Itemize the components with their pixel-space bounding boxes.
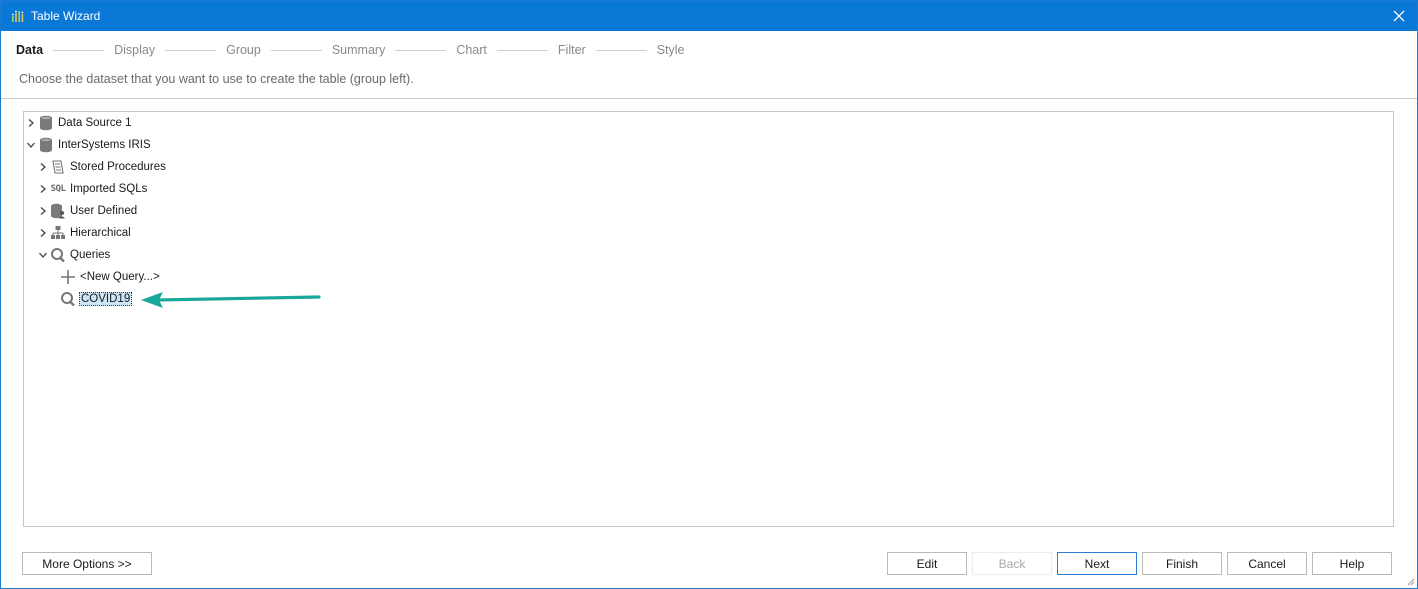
finish-button[interactable]: Finish xyxy=(1142,552,1222,575)
next-button[interactable]: Next xyxy=(1057,552,1137,575)
step-divider xyxy=(270,49,322,51)
step-chart[interactable]: Chart xyxy=(456,43,487,57)
tree-item-label: COVID19 xyxy=(79,292,133,306)
edit-button[interactable]: Edit xyxy=(887,552,967,575)
chevron-down-icon[interactable] xyxy=(26,140,36,150)
chevron-down-icon[interactable] xyxy=(38,250,48,260)
tree-item-hierarchical[interactable]: Hierarchical xyxy=(38,223,132,243)
hierarchy-icon xyxy=(50,225,66,241)
step-divider xyxy=(595,49,647,51)
tree-item-label: Hierarchical xyxy=(70,227,131,239)
step-group[interactable]: Group xyxy=(226,43,261,57)
sql-icon: SQL xyxy=(50,184,66,194)
step-filter[interactable]: Filter xyxy=(558,43,586,57)
dataset-tree[interactable]: Data Source 1 InterSystems IRIS Stored P… xyxy=(23,111,1394,527)
step-divider xyxy=(53,49,105,51)
chart-icon xyxy=(11,10,24,22)
tree-item-covid19[interactable]: COVID19 xyxy=(60,289,133,309)
chevron-right-icon[interactable] xyxy=(38,206,48,216)
scroll-icon xyxy=(50,159,66,175)
query-icon xyxy=(60,291,76,307)
close-icon[interactable] xyxy=(1387,4,1411,28)
step-display[interactable]: Display xyxy=(114,43,155,57)
window-title: Table Wizard xyxy=(31,9,101,23)
step-data[interactable]: Data xyxy=(16,43,43,57)
step-summary[interactable]: Summary xyxy=(332,43,385,57)
cancel-button[interactable]: Cancel xyxy=(1227,552,1307,575)
tree-item-label: Imported SQLs xyxy=(70,183,148,195)
step-divider xyxy=(165,49,217,51)
query-icon xyxy=(50,247,66,263)
more-options-button[interactable]: More Options >> xyxy=(22,552,152,575)
tree-item-data-source-1[interactable]: Data Source 1 xyxy=(26,113,133,133)
tree-item-imported-sqls[interactable]: SQL Imported SQLs xyxy=(38,179,148,199)
tree-item-label: Data Source 1 xyxy=(58,117,132,129)
chevron-right-icon[interactable] xyxy=(26,118,36,128)
database-icon xyxy=(38,137,54,153)
title-bar[interactable]: Table Wizard xyxy=(1,1,1417,31)
instruction-text: Choose the dataset that you want to use … xyxy=(19,72,414,86)
tree-item-stored-procedures[interactable]: Stored Procedures xyxy=(38,157,167,177)
arrow-left-icon xyxy=(141,292,321,308)
tree-item-label: <New Query...> xyxy=(80,271,160,283)
wizard-steps: Data Display Group Summary Chart Filter … xyxy=(16,42,684,58)
chevron-right-icon[interactable] xyxy=(38,162,48,172)
tree-item-intersystems-iris[interactable]: InterSystems IRIS xyxy=(26,135,152,155)
plus-icon xyxy=(60,269,76,285)
database-user-icon xyxy=(50,203,66,219)
step-divider xyxy=(395,49,447,51)
tree-item-queries[interactable]: Queries xyxy=(38,245,111,265)
resize-grip-icon[interactable] xyxy=(1405,576,1415,586)
database-icon xyxy=(38,115,54,131)
chevron-right-icon[interactable] xyxy=(38,184,48,194)
tree-item-label: InterSystems IRIS xyxy=(58,139,151,151)
back-button[interactable]: Back xyxy=(972,552,1052,575)
tree-item-label: Queries xyxy=(70,249,111,261)
chevron-right-icon[interactable] xyxy=(38,228,48,238)
header-divider xyxy=(1,98,1417,99)
step-divider xyxy=(496,49,548,51)
step-style[interactable]: Style xyxy=(657,43,685,57)
table-wizard-window: Table Wizard Data Display Group Summary … xyxy=(0,0,1418,589)
tree-item-label: Stored Procedures xyxy=(70,161,166,173)
tree-item-label: User Defined xyxy=(70,205,138,217)
tree-item-new-query[interactable]: <New Query...> xyxy=(60,267,161,287)
tree-item-user-defined[interactable]: User Defined xyxy=(38,201,138,221)
help-button[interactable]: Help xyxy=(1312,552,1392,575)
